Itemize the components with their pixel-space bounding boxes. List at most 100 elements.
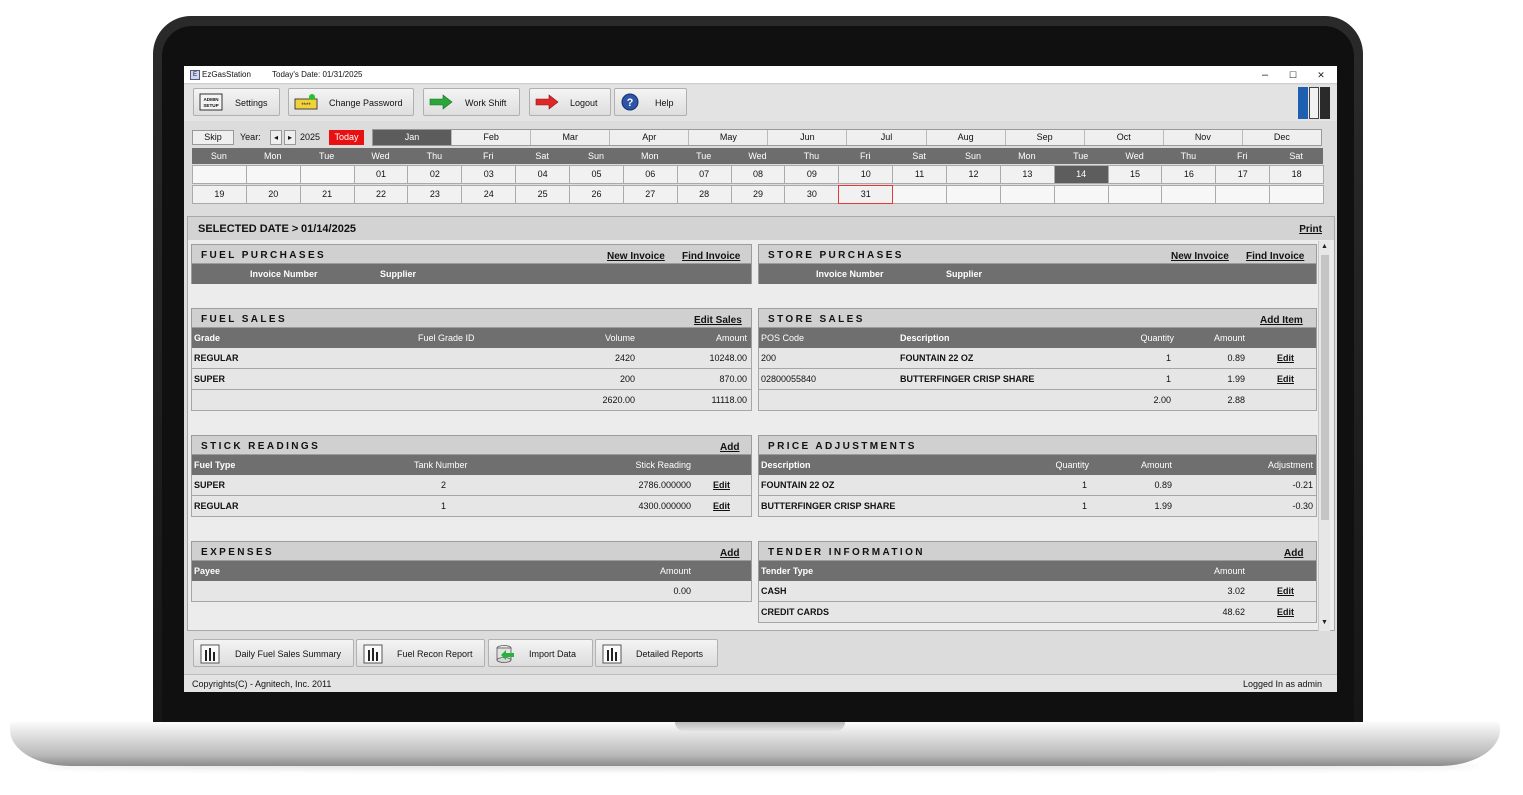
store-sales-panel: STORE SALES Add Item POS Code Descriptio…: [758, 308, 1317, 414]
calendar-day-13[interactable]: 13: [999, 165, 1055, 184]
table-row[interactable]: REGULAR 1 4300.000000 Edit: [191, 496, 752, 517]
month-tab-jul[interactable]: Jul: [847, 130, 927, 145]
stick-add-link[interactable]: Add: [720, 442, 739, 453]
skip-button[interactable]: Skip: [192, 130, 234, 145]
calendar-day-09[interactable]: 09: [784, 165, 840, 184]
edit-sales-link[interactable]: Edit Sales: [694, 315, 742, 326]
edit-link[interactable]: Edit: [713, 480, 730, 490]
calendar-day-14[interactable]: 14: [1053, 165, 1109, 184]
description-cell: FOUNTAIN 22 OZ: [900, 353, 974, 363]
calendar-day-31[interactable]: 31: [838, 185, 894, 204]
month-tab-nov[interactable]: Nov: [1163, 130, 1243, 145]
total-quantity: 2.00: [1153, 395, 1171, 405]
month-tab-may[interactable]: May: [689, 130, 769, 145]
calendar-day-04[interactable]: 04: [515, 165, 571, 184]
daily-fuel-sales-summary-button[interactable]: Daily Fuel Sales Summary: [193, 639, 354, 667]
table-row[interactable]: 02800055840 BUTTERFINGER CRISP SHARE 1 1…: [758, 369, 1317, 390]
change-password-button[interactable]: **** Change Password: [288, 88, 414, 116]
scroll-up-icon[interactable]: ▲: [1319, 241, 1330, 253]
calendar-day-18[interactable]: 18: [1269, 165, 1325, 184]
col-amount: Amount: [1140, 460, 1172, 470]
toolbar: ADMIN SETUP Settings **** Change Passwor…: [184, 85, 1337, 121]
edit-link[interactable]: Edit: [713, 501, 730, 511]
amount-cell: 10248.00: [709, 353, 747, 363]
calendar-day-12[interactable]: 12: [946, 165, 1001, 184]
logout-button[interactable]: Logout: [529, 88, 611, 116]
maximize-button[interactable]: ☐: [1279, 67, 1307, 83]
close-button[interactable]: ✕: [1307, 67, 1335, 83]
month-tab-feb[interactable]: Feb: [452, 130, 532, 145]
calendar-day-06[interactable]: 06: [622, 165, 678, 184]
calendar-day-15[interactable]: 15: [1107, 165, 1163, 184]
calendar-day-26[interactable]: 26: [569, 185, 624, 204]
table-row[interactable]: SUPER 200 870.00: [191, 369, 752, 390]
calendar-day-03[interactable]: 03: [461, 165, 517, 184]
edit-link[interactable]: Edit: [1277, 607, 1294, 617]
detailed-reports-button[interactable]: Detailed Reports: [595, 639, 718, 667]
table-row[interactable]: BUTTERFINGER CRISP SHARE 1 1.99 -0.30: [758, 496, 1317, 517]
table-row[interactable]: 200 FOUNTAIN 22 OZ 1 0.89 Edit: [758, 348, 1317, 369]
amount-cell: 48.62: [1222, 607, 1245, 617]
tender-add-link[interactable]: Add: [1284, 548, 1303, 559]
add-item-link[interactable]: Add Item: [1260, 315, 1303, 326]
minimize-button[interactable]: –: [1251, 67, 1279, 83]
calendar-day-10[interactable]: 10: [838, 165, 894, 184]
vertical-scrollbar[interactable]: ▲ ▼: [1318, 241, 1330, 631]
calendar-day-24[interactable]: 24: [461, 185, 517, 204]
help-button[interactable]: ? Help: [614, 88, 687, 116]
table-row[interactable]: FOUNTAIN 22 OZ 1 0.89 -0.21: [758, 475, 1317, 496]
table-row[interactable]: CREDIT CARDS 48.62 Edit: [758, 602, 1317, 623]
calendar-day-22[interactable]: 22: [353, 185, 409, 204]
calendar-day-27[interactable]: 27: [622, 185, 678, 204]
print-link[interactable]: Print: [1299, 224, 1322, 235]
calendar-day-20[interactable]: 20: [245, 185, 301, 204]
month-tab-jun[interactable]: Jun: [768, 130, 848, 145]
table-row[interactable]: SUPER 2 2786.000000 Edit: [191, 475, 752, 496]
expenses-add-link[interactable]: Add: [720, 548, 739, 559]
calendar-day-05[interactable]: 05: [569, 165, 624, 184]
calendar-day-07[interactable]: 07: [676, 165, 732, 184]
settings-button[interactable]: ADMIN SETUP Settings: [193, 88, 280, 116]
month-tab-dec[interactable]: Dec: [1242, 130, 1321, 145]
work-shift-label: Work Shift: [465, 98, 507, 108]
calendar-day-19[interactable]: 19: [192, 185, 247, 204]
month-tab-oct[interactable]: Oct: [1084, 130, 1164, 145]
scroll-down-icon[interactable]: ▼: [1319, 617, 1330, 629]
store-new-invoice-link[interactable]: New Invoice: [1171, 251, 1229, 262]
calendar-day-16[interactable]: 16: [1161, 165, 1217, 184]
calendar-day-empty: [946, 185, 1001, 204]
edit-link[interactable]: Edit: [1277, 586, 1294, 596]
edit-link[interactable]: Edit: [1277, 353, 1294, 363]
calendar-day-23[interactable]: 23: [407, 185, 463, 204]
fuel-find-invoice-link[interactable]: Find Invoice: [682, 251, 740, 262]
table-row[interactable]: REGULAR 2420 10248.00: [191, 348, 752, 369]
calendar-day-21[interactable]: 21: [299, 185, 355, 204]
store-find-invoice-link[interactable]: Find Invoice: [1246, 251, 1304, 262]
calendar-day-25[interactable]: 25: [515, 185, 571, 204]
calendar-day-08[interactable]: 08: [730, 165, 786, 184]
calendar-day-17[interactable]: 17: [1215, 165, 1271, 184]
year-next-button[interactable]: ▸: [284, 130, 296, 145]
import-data-button[interactable]: Import Data: [488, 639, 593, 667]
table-row[interactable]: CASH 3.02 Edit: [758, 581, 1317, 602]
month-tab-sep[interactable]: Sep: [1005, 130, 1085, 145]
calendar-day-30[interactable]: 30: [784, 185, 840, 204]
work-shift-button[interactable]: Work Shift: [423, 88, 520, 116]
calendar-day-02[interactable]: 02: [407, 165, 463, 184]
fuel-recon-report-button[interactable]: Fuel Recon Report: [356, 639, 485, 667]
calendar-day-28[interactable]: 28: [676, 185, 732, 204]
year-prev-button[interactable]: ◂: [270, 130, 282, 145]
month-tab-aug[interactable]: Aug: [926, 130, 1006, 145]
weekday-label: Thu: [1180, 151, 1197, 161]
totals-row: 2620.00 11118.00: [191, 390, 752, 411]
today-button[interactable]: Today: [329, 130, 364, 145]
fuel-new-invoice-link[interactable]: New Invoice: [607, 251, 665, 262]
scroll-thumb[interactable]: [1321, 255, 1329, 520]
month-tab-mar[interactable]: Mar: [531, 130, 611, 145]
calendar-day-29[interactable]: 29: [730, 185, 786, 204]
month-tab-apr[interactable]: Apr: [610, 130, 690, 145]
edit-link[interactable]: Edit: [1277, 374, 1294, 384]
month-tab-jan[interactable]: Jan: [373, 130, 453, 145]
calendar-day-11[interactable]: 11: [892, 165, 948, 184]
calendar-day-01[interactable]: 01: [353, 165, 409, 184]
